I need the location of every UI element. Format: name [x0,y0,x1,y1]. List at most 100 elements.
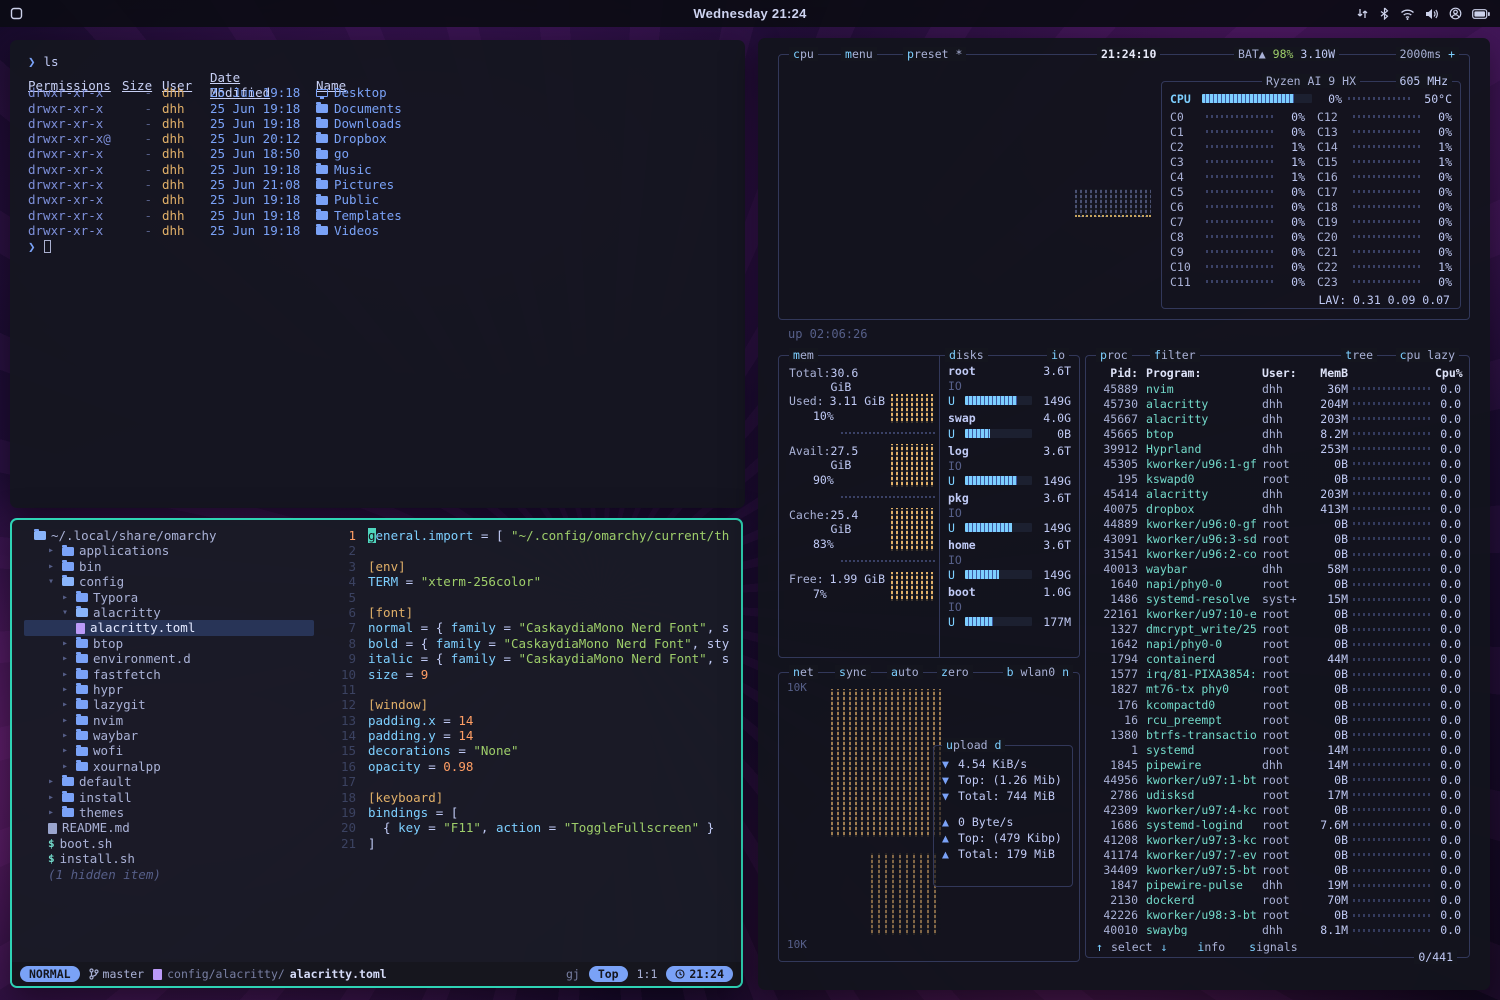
tree-item-readme-md[interactable]: README.md [24,820,320,835]
process-row-alacritty[interactable]: 45667alacrittydhh203M0.0 [1094,411,1461,426]
preset-button[interactable]: preset * [903,47,966,61]
process-row-kworker-u96-0-gf[interactable]: 44889kworker/u96:0-gfroot0B0.0 [1094,516,1461,531]
tree-item-wofi[interactable]: ▸wofi [24,743,320,758]
auto-toggle[interactable]: auto [887,665,923,679]
wifi-icon[interactable] [1400,8,1415,20]
tree-item-config[interactable]: ▾config [24,574,320,589]
zero-toggle[interactable]: zero [937,665,973,679]
filter-button[interactable]: filter [1150,348,1200,362]
tree-item-btop[interactable]: ▸btop [24,636,320,651]
tree-item-boot-sh[interactable]: $boot.sh [24,836,320,851]
process-row-btop[interactable]: 45665btopdhh8.2M0.0 [1094,426,1461,441]
up-arrow-key[interactable]: ↑ [1096,940,1103,954]
interface-selector[interactable]: b wlan0 n [1003,665,1073,679]
p-cpu: 0.0 [1435,713,1461,727]
p-user: dhh [1262,442,1308,456]
battery-icon[interactable] [1472,9,1490,19]
volume-icon[interactable] [1425,8,1439,20]
io-mode-toggle[interactable]: io [1047,348,1069,362]
process-row-napi-phy0-0[interactable]: 1640napi/phy0-0root0B0.0 [1094,577,1461,592]
tree-toggle[interactable]: tree [1341,348,1377,362]
tree-item-applications[interactable]: ▸applications [24,543,320,558]
c-op: = [ [473,528,511,543]
process-row-rcu-preempt[interactable]: 16rcu_preemptroot0B0.0 [1094,712,1461,727]
process-row-udisksd[interactable]: 2786udisksdroot17M0.0 [1094,787,1461,802]
tree-item-hypr[interactable]: ▸hypr [24,682,320,697]
cpu-lazy-mode[interactable]: cpu lazy [1396,348,1459,362]
workspace-icon[interactable] [10,7,23,20]
header-user[interactable]: User: [1262,366,1308,380]
chev: ▸ [48,543,57,558]
code: general.import = [ "~/.config/omarchy/cu… [368,528,729,543]
process-row-kworker-u97-3-kc[interactable]: 41208kworker/u97:3-kcroot0B0.0 [1094,832,1461,847]
tree-item-alacritty[interactable]: ▾alacritty [24,605,320,620]
header-memb[interactable]: MemB [1308,366,1348,380]
process-row-containerd[interactable]: 1794containerdroot44M0.0 [1094,652,1461,667]
process-row-napi-phy0-0[interactable]: 1642napi/phy0-0root0B0.0 [1094,637,1461,652]
signals-button[interactable]: signals [1249,940,1297,954]
process-row-dropbox[interactable]: 40075dropboxdhh413M0.0 [1094,501,1461,516]
c-op: , [481,820,496,835]
process-row-dmcrypt-write-25[interactable]: 1327dmcrypt_write/25root0B0.0 [1094,622,1461,637]
process-row-kswapd0[interactable]: 195kswapd0root0B0.0 [1094,471,1461,486]
process-row-hyprland[interactable]: 39912Hyprlanddhh253M0.0 [1094,441,1461,456]
process-row-kworker-u98-3-bt[interactable]: 42226kworker/u98:3-btroot0B0.0 [1094,908,1461,923]
process-row-irq-81-pixa3854-[interactable]: 1577irq/81-PIXA3854:root0B0.0 [1094,667,1461,682]
process-row-pipewire[interactable]: 1845pipewiredhh14M0.0 [1094,757,1461,772]
tree-item-xournalpp[interactable]: ▸xournalpp [24,759,320,774]
tree-item-environment-d[interactable]: ▸environment.d [24,651,320,666]
editor-buffer[interactable]: 1general.import = [ "~/.config/omarchy/c… [320,520,741,962]
process-row-nvim[interactable]: 45889nvimdhh36M0.0 [1094,381,1461,396]
process-row-alacritty[interactable]: 45414alacrittydhh203M0.0 [1094,486,1461,501]
tree-item-fastfetch[interactable]: ▸fastfetch [24,667,320,682]
tree-item-alacritty-toml[interactable]: alacritty.toml [24,620,314,635]
process-row-kcompactd0[interactable]: 176kcompactd0root0B0.0 [1094,697,1461,712]
info-button[interactable]: info [1197,940,1225,954]
p-cpu: 0.0 [1435,622,1461,636]
lbl: install.sh [60,851,135,866]
process-row-btrfs-transactio[interactable]: 1380btrfs-transactioroot0B0.0 [1094,727,1461,742]
tree-item-default[interactable]: ▸default [24,774,320,789]
process-row-kworker-u96-2-co[interactable]: 31541kworker/u96:2-coroot0B0.0 [1094,547,1461,562]
pdots [1353,899,1430,902]
cores-right-column: C120%C130%C141%C151%C160%C170%C180%C190%… [1317,109,1452,289]
header-pid[interactable]: Pid: [1094,366,1138,380]
tree-item-typora[interactable]: ▸Typora [24,590,320,605]
process-row-kworker-u97-5-bt[interactable]: 34409kworker/u97:5-btroot0B0.0 [1094,863,1461,878]
header-program[interactable]: Program: [1138,366,1262,380]
process-row-systemd[interactable]: 1systemdroot14M0.0 [1094,742,1461,757]
process-row-swaybg[interactable]: 40010swaybgdhh8.1M0.0 [1094,923,1461,936]
user-icon[interactable] [1449,7,1462,20]
tree-item-lazygit[interactable]: ▸lazygit [24,697,320,712]
down-arrow-key[interactable]: ↓ [1160,940,1167,954]
process-row-kworker-u96-3-sd[interactable]: 43091kworker/u96:3-sdroot0B0.0 [1094,531,1461,546]
sync-toggle[interactable]: sync [835,665,871,679]
refresh-interval[interactable]: 2000ms + [1396,47,1459,61]
menu-button[interactable]: menu [841,47,877,61]
tree-item-nvim[interactable]: ▸nvim [24,713,320,728]
tree-item-install[interactable]: ▸install [24,790,320,805]
process-row-dockerd[interactable]: 2130dockerdroot70M0.0 [1094,893,1461,908]
process-row-kworker-u96-1-gf[interactable]: 45305kworker/u96:1-gfroot0B0.0 [1094,456,1461,471]
header-cpu[interactable]: Cpu% [1435,366,1461,380]
p-user: root [1262,848,1308,862]
pdots [1353,838,1430,841]
tree-item-waybar[interactable]: ▸waybar [24,728,320,743]
process-row-systemd-logind[interactable]: 1686systemd-logindroot7.6M0.0 [1094,817,1461,832]
terminal-cursor[interactable] [44,240,51,253]
tree-item-themes[interactable]: ▸themes [24,805,320,820]
process-row-kworker-u97-1-bt[interactable]: 44956kworker/u97:1-btroot0B0.0 [1094,772,1461,787]
process-row-systemd-resolve[interactable]: 1486systemd-resolvesyst+15M0.0 [1094,592,1461,607]
process-row-alacritty[interactable]: 45730alacrittydhh204M0.0 [1094,396,1461,411]
process-row-kworker-u97-4-kc[interactable]: 42309kworker/u97:4-kcroot0B0.0 [1094,802,1461,817]
tree-item--local-share-omarchy[interactable]: ~/.local/share/omarchy [24,528,320,543]
tree-item-install-sh[interactable]: $install.sh [24,851,320,866]
process-row-kworker-u97-7-ev[interactable]: 41174kworker/u97:7-evroot0B0.0 [1094,847,1461,862]
process-row-pipewire-pulse[interactable]: 1847pipewire-pulsedhh19M0.0 [1094,878,1461,893]
process-row-kworker-u97-10-e[interactable]: 22161kworker/u97:10-eroot0B0.0 [1094,607,1461,622]
process-row-waybar[interactable]: 40013waybardhh58M0.0 [1094,562,1461,577]
process-row-mt76-tx-phy0[interactable]: 1827mt76-tx phy0root0B0.0 [1094,682,1461,697]
updates-icon[interactable] [1356,7,1369,20]
tree-item-bin[interactable]: ▸bin [24,559,320,574]
bluetooth-icon[interactable] [1379,7,1390,20]
